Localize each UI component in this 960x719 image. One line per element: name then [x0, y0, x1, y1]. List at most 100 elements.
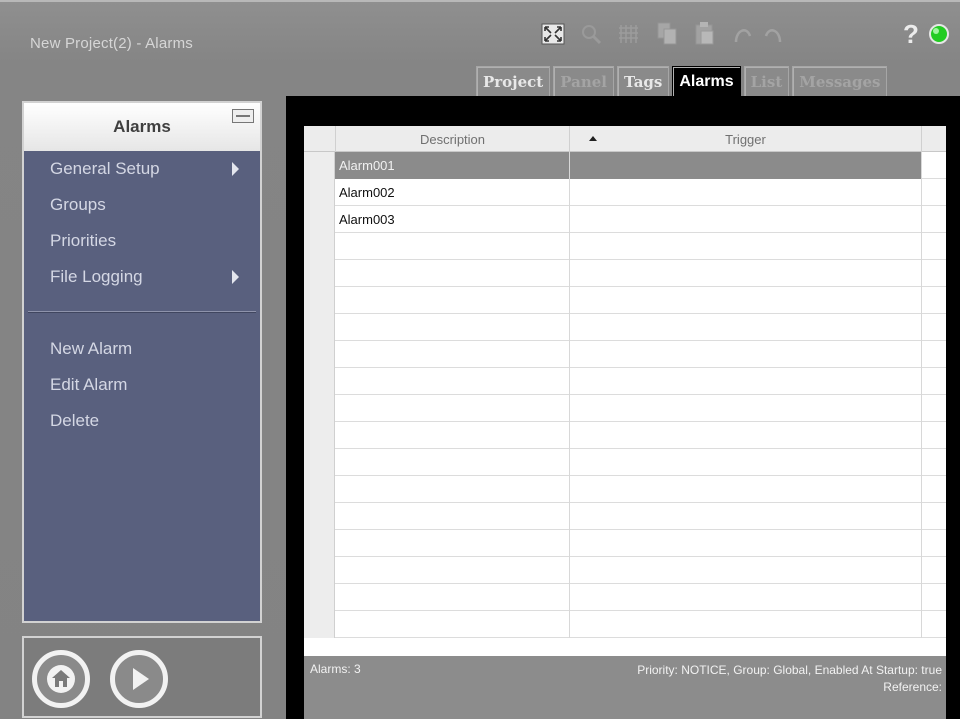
row-header[interactable]	[304, 449, 335, 476]
table-row[interactable]	[304, 584, 946, 611]
copy-icon	[654, 20, 680, 48]
row-header[interactable]	[304, 611, 335, 638]
row-header[interactable]	[304, 557, 335, 584]
row-header[interactable]	[304, 152, 335, 179]
table-row[interactable]	[304, 233, 946, 260]
row-header[interactable]	[304, 341, 335, 368]
row-header[interactable]	[304, 530, 335, 557]
help-icon[interactable]: ?	[898, 19, 924, 49]
cell-trigger[interactable]	[569, 530, 922, 557]
tab-tags[interactable]: Tags	[616, 66, 670, 96]
table-row[interactable]	[304, 503, 946, 530]
table-row[interactable]	[304, 476, 946, 503]
cell-description[interactable]	[335, 260, 569, 287]
tab-project[interactable]: Project	[476, 66, 551, 96]
cell-trigger[interactable]	[569, 422, 922, 449]
row-header[interactable]	[304, 476, 335, 503]
cell-trigger[interactable]	[569, 179, 922, 206]
cell-description[interactable]	[335, 449, 569, 476]
table-row[interactable]	[304, 449, 946, 476]
new-alarm-button[interactable]: New Alarm	[24, 331, 260, 367]
table-body: Alarm001 Alarm002 Alarm003	[304, 152, 946, 638]
cell-trigger[interactable]	[569, 260, 922, 287]
edit-alarm-button[interactable]: Edit Alarm	[24, 367, 260, 403]
delete-button[interactable]: Delete	[24, 403, 260, 439]
row-header[interactable]	[304, 314, 335, 341]
cell-description[interactable]	[335, 233, 569, 260]
table-row[interactable]: Alarm002	[304, 179, 946, 206]
table-row[interactable]	[304, 260, 946, 287]
table-row[interactable]	[304, 314, 946, 341]
cell-trigger[interactable]	[569, 341, 922, 368]
play-button[interactable]	[110, 650, 168, 708]
row-header[interactable]	[304, 584, 335, 611]
cell-description[interactable]	[335, 557, 569, 584]
cell-trigger[interactable]	[569, 233, 922, 260]
tab-alarms[interactable]: Alarms	[672, 66, 741, 96]
sidebar-item-label: General Setup	[50, 159, 160, 178]
row-header[interactable]	[304, 233, 335, 260]
sidebar-divider	[28, 311, 256, 313]
row-header[interactable]	[304, 287, 335, 314]
sidebar: Alarms General Setup Groups Priorities F…	[22, 101, 262, 623]
table-row[interactable]	[304, 422, 946, 449]
cell-trigger[interactable]	[569, 503, 922, 530]
cell-trigger[interactable]	[569, 449, 922, 476]
cell-description[interactable]	[335, 584, 569, 611]
cell-description[interactable]	[335, 422, 569, 449]
cell-description[interactable]: Alarm001	[335, 152, 569, 179]
cell-trigger[interactable]	[569, 584, 922, 611]
undo-icon	[730, 20, 756, 48]
sidebar-item-general-setup[interactable]: General Setup	[24, 151, 260, 187]
table-row[interactable]	[304, 287, 946, 314]
table-row[interactable]	[304, 611, 946, 638]
row-header[interactable]	[304, 503, 335, 530]
table-row[interactable]: Alarm003	[304, 206, 946, 233]
row-header[interactable]	[304, 368, 335, 395]
cell-description[interactable]	[335, 341, 569, 368]
cell-trigger[interactable]	[569, 476, 922, 503]
row-header[interactable]	[304, 395, 335, 422]
sidebar-item-file-logging[interactable]: File Logging	[24, 259, 260, 295]
table-row[interactable]	[304, 530, 946, 557]
row-header[interactable]	[304, 260, 335, 287]
cell-description[interactable]	[335, 611, 569, 638]
table-row[interactable]: Alarm001	[304, 152, 946, 179]
row-header[interactable]	[304, 422, 335, 449]
cell-description[interactable]	[335, 368, 569, 395]
sidebar-item-priorities[interactable]: Priorities	[24, 223, 260, 259]
sidebar-item-groups[interactable]: Groups	[24, 187, 260, 223]
alarm-details: Priority: NOTICE, Group: Global, Enabled…	[637, 662, 942, 696]
fullscreen-icon[interactable]	[540, 20, 566, 48]
action-label: Delete	[50, 411, 100, 430]
cell-description[interactable]	[335, 395, 569, 422]
cell-trigger[interactable]	[569, 314, 922, 341]
submenu-arrow-icon	[232, 270, 239, 284]
column-header-description[interactable]: Description	[335, 126, 597, 152]
cell-trigger[interactable]	[569, 152, 922, 179]
home-button[interactable]	[32, 650, 90, 708]
table-row[interactable]	[304, 395, 946, 422]
cell-description[interactable]	[335, 476, 569, 503]
row-header[interactable]	[304, 206, 335, 233]
cell-trigger[interactable]	[569, 206, 922, 233]
column-header-trigger[interactable]: Trigger	[569, 126, 922, 152]
cell-description[interactable]	[335, 314, 569, 341]
tab-messages: Messages	[792, 66, 888, 96]
cell-description[interactable]	[335, 530, 569, 557]
sidebar-header: Alarms	[24, 103, 260, 151]
table-row[interactable]	[304, 557, 946, 584]
cell-trigger[interactable]	[569, 287, 922, 314]
cell-description[interactable]	[335, 503, 569, 530]
cell-trigger[interactable]	[569, 368, 922, 395]
cell-description[interactable]	[335, 287, 569, 314]
cell-trigger[interactable]	[569, 611, 922, 638]
cell-description[interactable]: Alarm003	[335, 206, 569, 233]
cell-description[interactable]: Alarm002	[335, 179, 569, 206]
row-header[interactable]	[304, 179, 335, 206]
table-row[interactable]	[304, 368, 946, 395]
cell-trigger[interactable]	[569, 395, 922, 422]
table-row[interactable]	[304, 341, 946, 368]
cell-trigger[interactable]	[569, 557, 922, 584]
keyboard-icon[interactable]	[232, 109, 254, 123]
